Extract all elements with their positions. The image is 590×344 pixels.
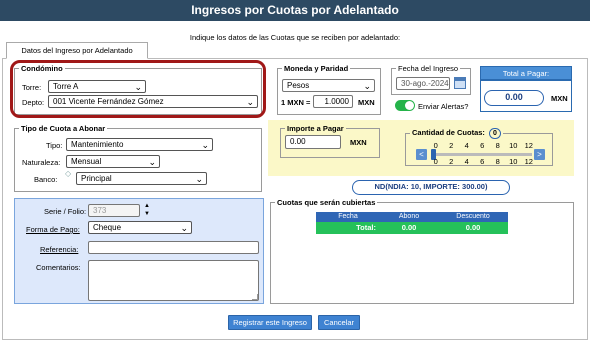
importe-input[interactable]: 0.00 [285, 135, 341, 149]
depto-label: Depto: [22, 98, 45, 107]
tick-label: 12 [524, 157, 533, 166]
forma-value: Cheque [93, 223, 122, 232]
comentarios-label: Comentarios: [36, 263, 81, 272]
tick-label: 6 [480, 141, 485, 150]
col-header-descuento: Descuento [438, 212, 508, 222]
naturaleza-select[interactable]: Mensual ⌄ [66, 155, 160, 168]
torre-value: Torre A [53, 82, 79, 91]
fecha-legend: Fecha del Ingreso [398, 64, 459, 73]
calendar-icon[interactable] [454, 77, 466, 89]
naturaleza-label: Naturaleza: [22, 158, 61, 167]
tipo-select[interactable]: Mantenimiento ⌄ [66, 138, 213, 151]
moneda-select[interactable]: Pesos ⌄ [282, 79, 375, 92]
banco-value: Principal [81, 174, 112, 183]
alert-toggle[interactable] [395, 100, 415, 111]
paridad-unit: MXN [358, 98, 375, 107]
cubiertas-legend: Cuotas que serán cubiertas [277, 198, 376, 207]
register-button[interactable]: Registrar este Ingreso [228, 315, 312, 330]
tipo-label: Tipo: [46, 141, 63, 150]
tick-label: 0 [433, 157, 438, 166]
total-unit: MXN [551, 94, 568, 103]
chevron-down-icon: ⌄ [195, 174, 203, 184]
serie-input[interactable]: 373 [88, 204, 140, 217]
cuotas-ticks-top: 0 2 4 6 8 10 12 [428, 141, 546, 150]
alert-label: Enviar Alertas? [418, 102, 469, 111]
moneda-value: Pesos [287, 81, 310, 90]
summary-badge: ND(NDIA: 10, IMPORTE: 300.00) [352, 180, 510, 195]
banco-label: Banco: [34, 175, 58, 184]
moneda-legend: Moneda y Paridad [284, 64, 349, 73]
torre-select[interactable]: Torre A ⌄ [48, 80, 146, 93]
resize-grip-icon[interactable] [252, 294, 258, 300]
cuotas-ticks-bottom: 0 2 4 6 8 10 12 [428, 157, 546, 166]
naturaleza-value: Mensual [71, 157, 102, 166]
tab-datos-ingreso[interactable]: Datos del Ingreso por Adelantado [6, 42, 148, 59]
tick-label: 6 [480, 157, 485, 166]
total-row-abono: 0.00 [380, 222, 438, 234]
fecha-input[interactable]: 30-ago.-2024 [396, 77, 450, 90]
tick-label: 10 [509, 141, 518, 150]
total-header: Total a Pagar: [480, 66, 572, 80]
instruction-text: Indique los datos de las Cuotas que se r… [189, 33, 401, 42]
cancel-button[interactable]: Cancelar [318, 315, 360, 330]
tick-label: 8 [495, 141, 500, 150]
tick-label: 10 [509, 157, 518, 166]
chevron-down-icon: ⌄ [180, 223, 188, 233]
left-arrow-icon: < [419, 150, 424, 159]
referencia-label: Referencia: [40, 245, 79, 254]
condomino-legend: Condómino [21, 64, 63, 73]
tick-label: 4 [464, 141, 469, 150]
tick-label: 4 [464, 157, 469, 166]
tipo-value: Mantenimiento [71, 140, 124, 149]
importe-unit: MXN [350, 138, 367, 147]
depto-value: 001 Vicente Fernández Gómez [53, 97, 164, 106]
chevron-down-icon: ⌄ [363, 81, 371, 91]
window-title: Ingresos por Cuotas por Adelantado [0, 0, 590, 21]
cuotas-slider-track[interactable] [432, 153, 532, 156]
tick-label: 8 [495, 157, 500, 166]
forma-label: Forma de Pago: [26, 225, 80, 234]
tick-label: 2 [449, 141, 454, 150]
total-header-label: Total a Pagar: [502, 69, 550, 78]
tick-label: 2 [449, 157, 454, 166]
col-header-fecha: Fecha [316, 212, 380, 222]
stepper-icon[interactable]: ▲ ▼ [143, 202, 151, 218]
torre-label: Torre: [22, 83, 42, 92]
chevron-down-icon: ⌄ [246, 97, 254, 107]
paridad-input[interactable]: 1.0000 [313, 95, 353, 108]
cuotas-label: Cantidad de Cuotas: [412, 128, 485, 137]
serie-label: Serie / Folio: [44, 207, 87, 216]
banco-select[interactable]: Principal ⌄ [76, 172, 207, 185]
tipo-cuota-legend: Tipo de Cuota a Abonar [21, 124, 106, 133]
total-value: 0.00 [484, 90, 544, 106]
col-header-abono: Abono [380, 212, 438, 222]
cuotas-count: 0 [489, 128, 501, 139]
comentarios-textarea[interactable] [88, 260, 259, 301]
chevron-down-icon: ⌄ [134, 82, 142, 92]
importe-legend: Importe a Pagar [287, 124, 344, 133]
slider-left-arrow[interactable]: < [416, 149, 427, 160]
paridad-label: 1 MXN = [281, 98, 311, 107]
total-row-label: Total: [316, 222, 380, 234]
forma-select[interactable]: Cheque ⌄ [88, 221, 192, 234]
chevron-down-icon: ⌄ [201, 140, 209, 150]
bank-icon: ◇ [65, 169, 72, 178]
cuotas-legend: Cantidad de Cuotas: 0 [410, 128, 503, 139]
chevron-down-icon: ⌄ [148, 157, 156, 167]
referencia-input[interactable] [88, 241, 259, 254]
total-row-descuento: 0.00 [438, 222, 508, 234]
depto-select[interactable]: 001 Vicente Fernández Gómez ⌄ [48, 95, 258, 108]
